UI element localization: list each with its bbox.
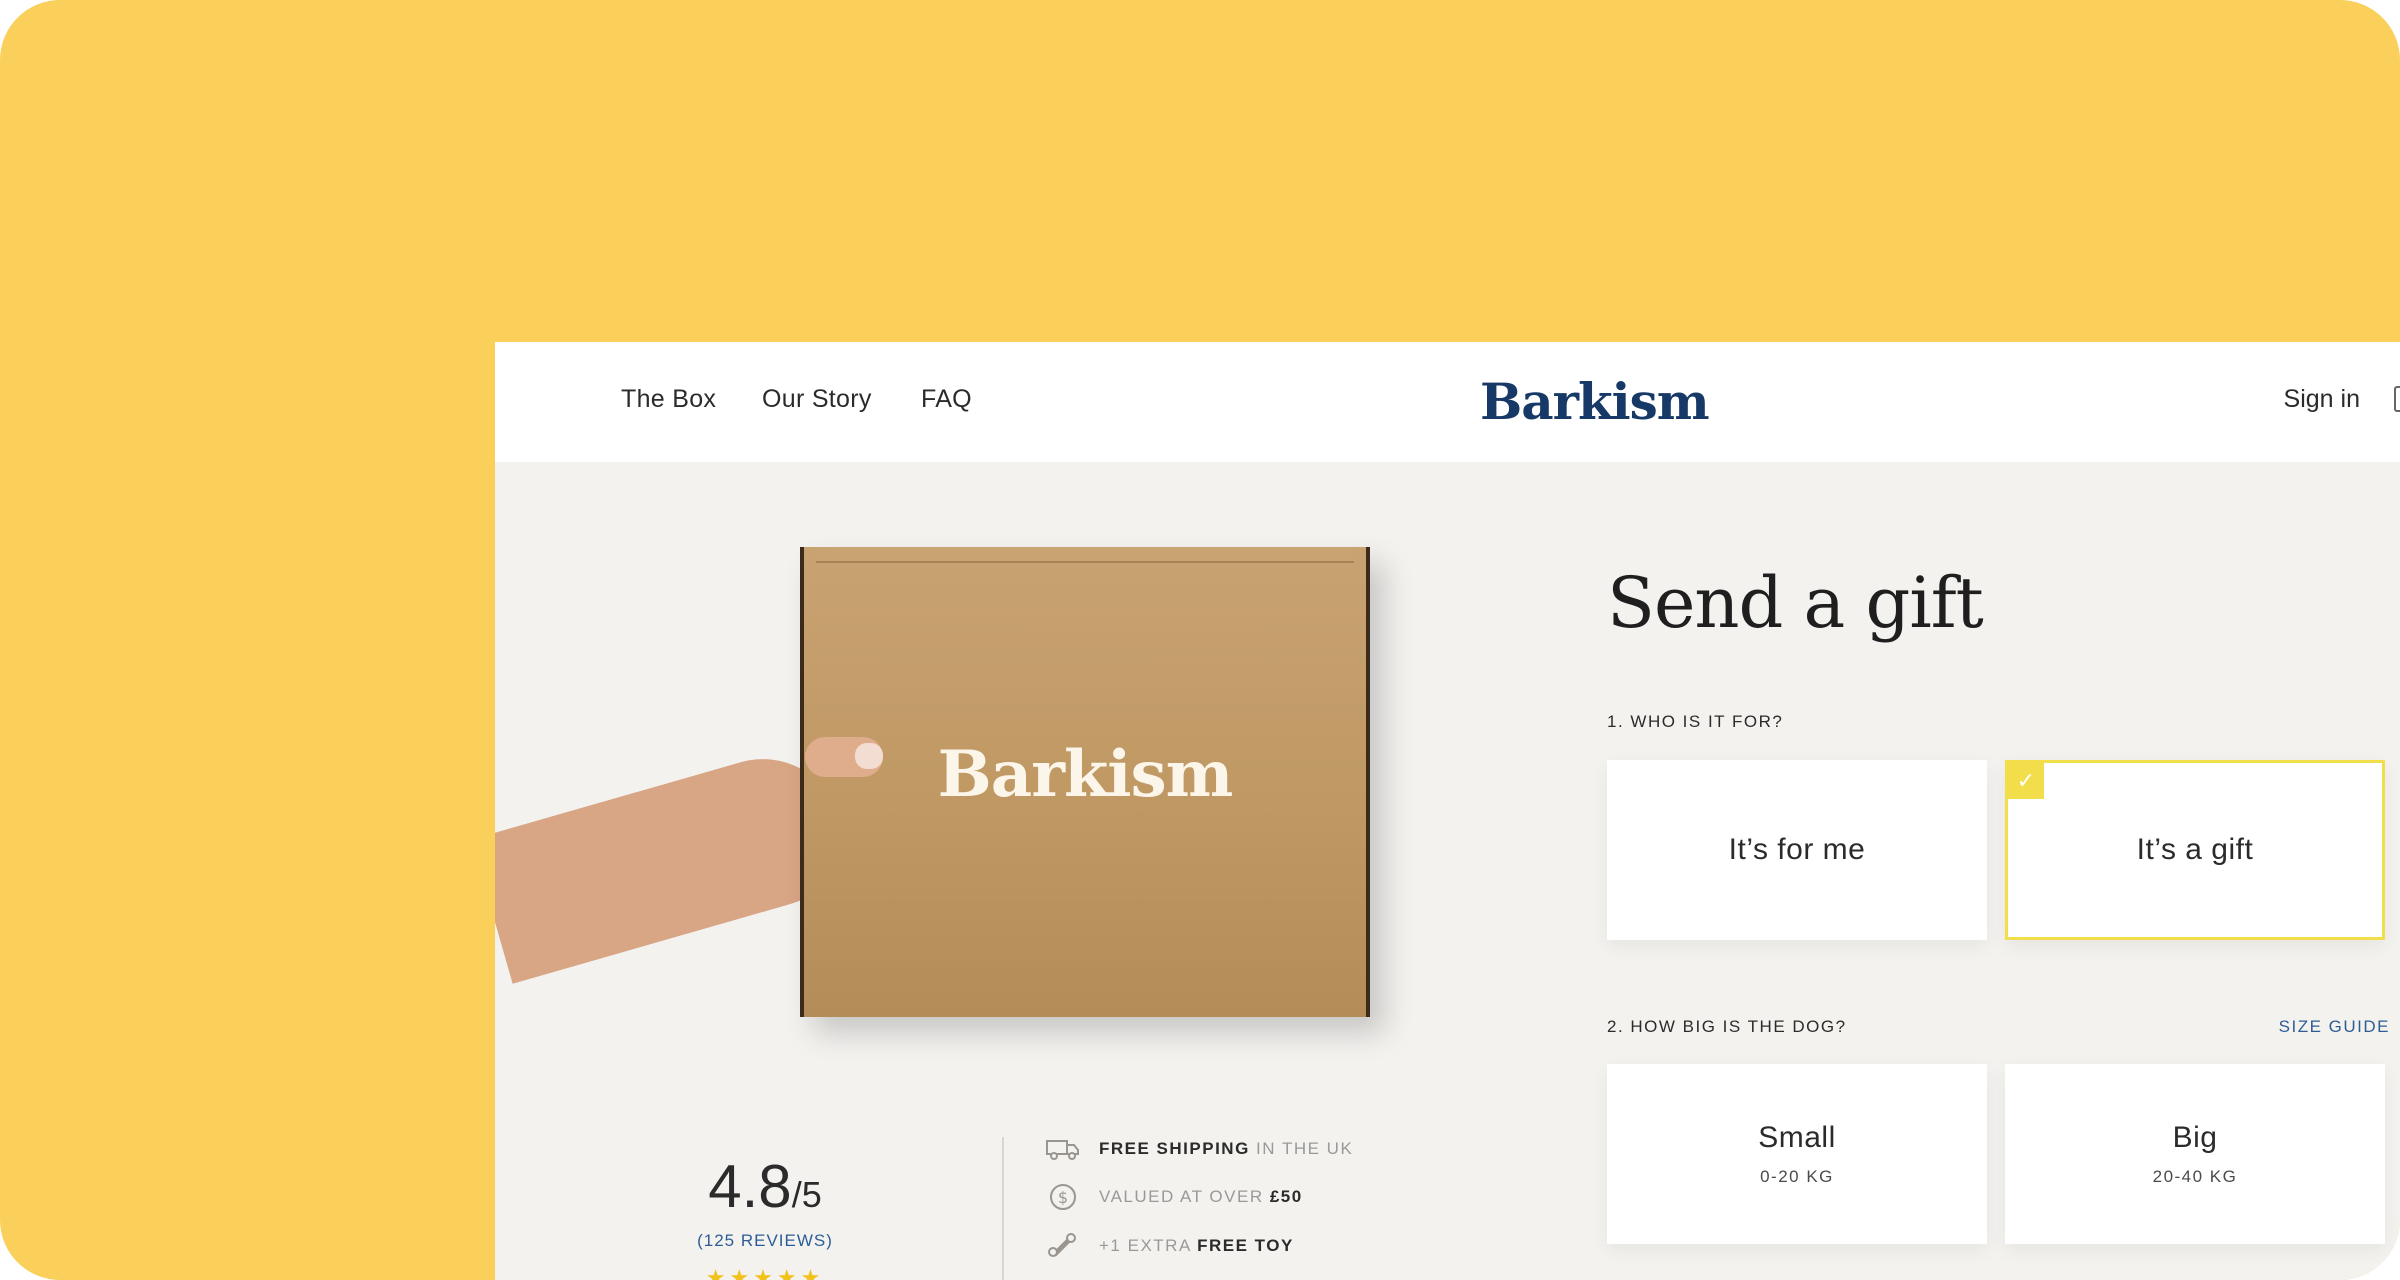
star-rating-icon: ★★★★★ xyxy=(705,1265,825,1280)
perk-free-shipping: FREE SHIPPING IN THE UK xyxy=(1045,1134,1353,1164)
size-guide-link[interactable]: SIZE GUIDE xyxy=(2279,1017,2390,1037)
nav-link-our-story[interactable]: Our Story xyxy=(762,385,872,414)
cart-icon[interactable] xyxy=(2394,386,2400,412)
sign-in-link[interactable]: Sign in xyxy=(2284,385,2360,414)
question-who-is-it-for: 1. WHO IS IT FOR? xyxy=(1607,712,1784,731)
product-photo: Barkism xyxy=(495,537,1415,1037)
bone-toy-icon xyxy=(1045,1233,1081,1259)
option-weight: 20-40 KG xyxy=(2152,1167,2238,1186)
perk-text: +1 EXTRA xyxy=(1099,1236,1198,1255)
option-label: Small xyxy=(1758,1121,1836,1154)
option-label: It’s for me xyxy=(1728,833,1866,866)
dollar-coin-icon: $ xyxy=(1045,1184,1081,1210)
option-weight: 0-20 KG xyxy=(1760,1167,1834,1186)
perk-bold-text: £50 xyxy=(1269,1187,1303,1206)
perk-value: $ VALUED AT OVER £50 xyxy=(1045,1182,1303,1212)
nav-link-the-box[interactable]: The Box xyxy=(621,385,716,414)
rating-summary: 4.8/5 (125 REVIEWS) ★★★★★ xyxy=(675,1152,855,1280)
website-window: The Box Our Story FAQ Barkism Sign in Ba… xyxy=(495,342,2400,1280)
truck-icon xyxy=(1045,1136,1081,1162)
question-how-big: 2. HOW BIG IS THE DOG? xyxy=(1607,1017,1847,1036)
vertical-divider xyxy=(1002,1137,1004,1280)
reviews-link[interactable]: (125 REVIEWS) xyxy=(675,1231,855,1251)
box-logo-text: Barkism xyxy=(937,737,1234,812)
yellow-backdrop: The Box Our Story FAQ Barkism Sign in Ba… xyxy=(0,0,2400,1280)
option-big[interactable]: Big 20-40 KG xyxy=(2005,1064,2385,1244)
top-navbar: The Box Our Story FAQ Barkism Sign in xyxy=(495,342,2400,462)
option-small[interactable]: Small 0-20 KG xyxy=(1607,1064,1987,1244)
form-title: Send a gift xyxy=(1607,562,1984,644)
rating-suffix: /5 xyxy=(791,1174,822,1215)
check-icon: ✓ xyxy=(2008,763,2044,799)
thumbnail-nail-illustration xyxy=(855,743,883,769)
perk-text: IN THE UK xyxy=(1249,1139,1354,1158)
perk-free-toy: +1 EXTRA FREE TOY xyxy=(1045,1231,1294,1261)
perk-bold-text: FREE TOY xyxy=(1197,1236,1294,1255)
option-for-me[interactable]: It’s for me xyxy=(1607,760,1987,940)
nav-link-faq[interactable]: FAQ xyxy=(921,385,972,414)
perk-text: VALUED AT OVER xyxy=(1099,1187,1270,1206)
perk-bold-text: FREE SHIPPING xyxy=(1099,1139,1250,1158)
option-label: Big xyxy=(2172,1121,2218,1154)
option-label: It’s a gift xyxy=(2136,833,2254,866)
site-logo[interactable]: Barkism xyxy=(1480,372,1710,431)
option-its-a-gift[interactable]: ✓ It’s a gift xyxy=(2005,760,2385,940)
rating-value: 4.8 xyxy=(708,1153,792,1220)
box-flap xyxy=(816,547,1354,563)
svg-text:$: $ xyxy=(1058,1188,1068,1207)
gift-box-illustration: Barkism xyxy=(800,547,1370,1017)
